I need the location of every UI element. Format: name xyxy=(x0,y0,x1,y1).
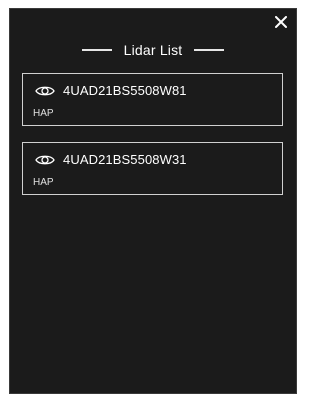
lidar-serial: 4UAD21BS5508W31 xyxy=(63,152,187,167)
eye-icon[interactable] xyxy=(35,153,55,167)
header-divider-right xyxy=(194,49,225,51)
panel-title: Lidar List xyxy=(123,42,183,58)
panel-header: Lidar List xyxy=(10,39,296,61)
header-divider-left xyxy=(81,49,112,51)
lidar-item-row: 4UAD21BS5508W31 xyxy=(35,152,187,167)
lidar-item[interactable]: 4UAD21BS5508W31 HAP xyxy=(22,142,283,195)
close-icon[interactable] xyxy=(275,16,287,28)
lidar-serial: 4UAD21BS5508W81 xyxy=(63,83,187,98)
close-button[interactable] xyxy=(272,13,290,31)
lidar-item[interactable]: 4UAD21BS5508W81 HAP xyxy=(22,73,283,126)
lidar-type: HAP xyxy=(33,108,54,119)
lidar-list-panel: Lidar List 4UAD21BS5508W81 HAP 4UAD21BS5… xyxy=(9,8,297,394)
lidar-type: HAP xyxy=(33,177,54,188)
lidar-list: 4UAD21BS5508W81 HAP 4UAD21BS5508W31 HAP xyxy=(22,73,283,211)
eye-icon[interactable] xyxy=(35,84,55,98)
lidar-item-row: 4UAD21BS5508W81 xyxy=(35,83,187,98)
